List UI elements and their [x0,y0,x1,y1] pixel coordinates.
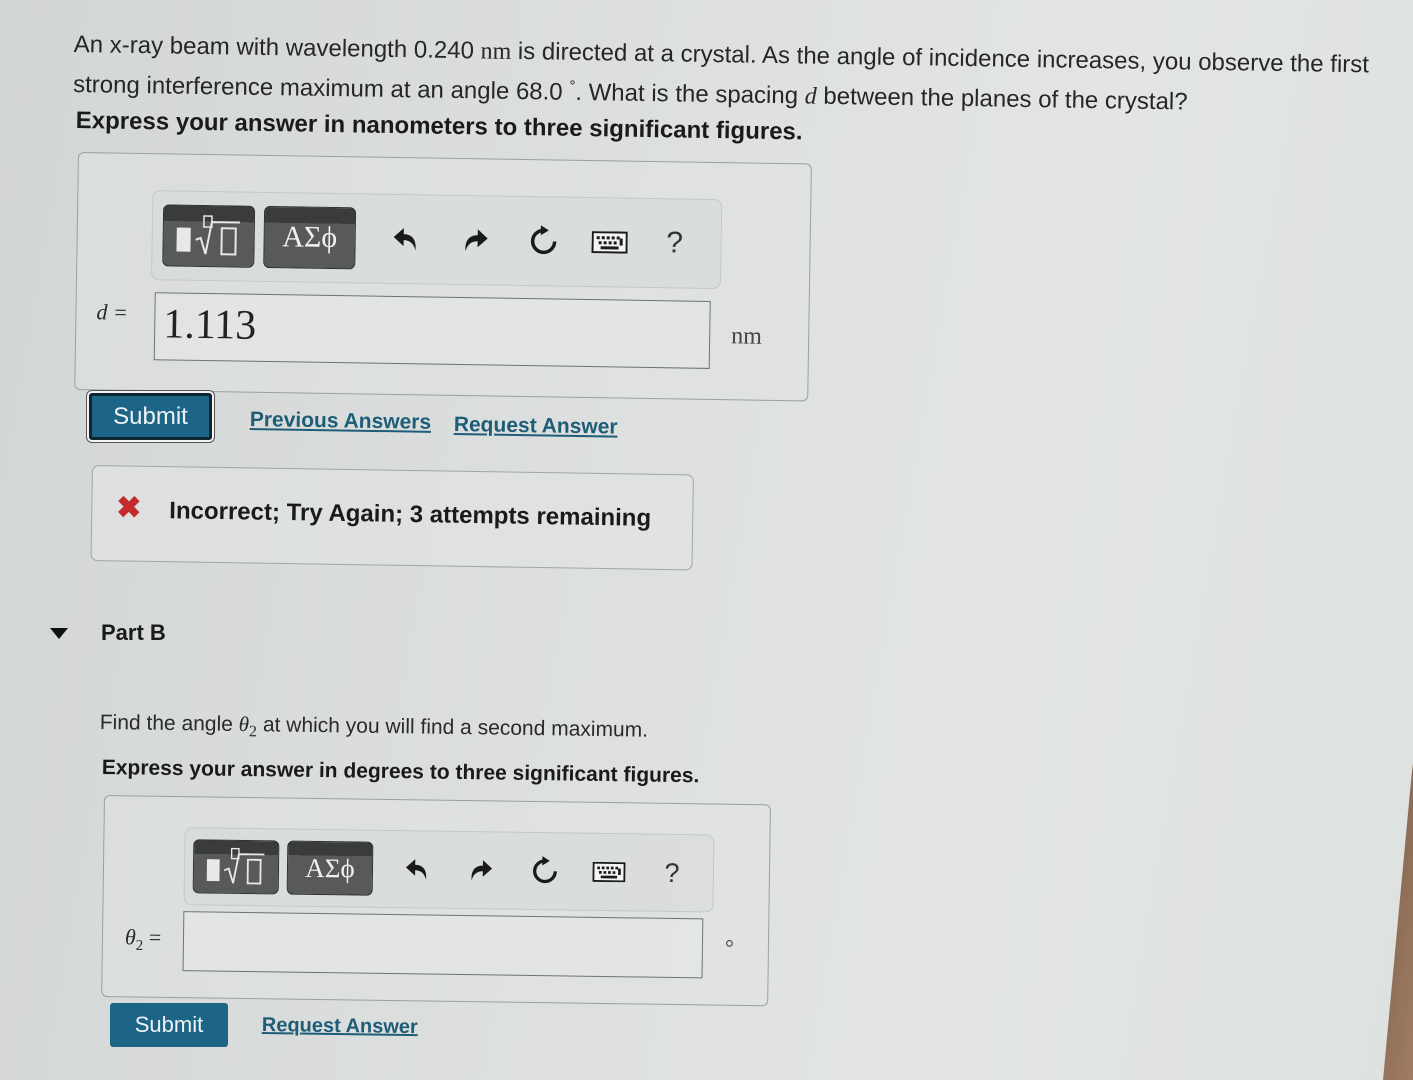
greek-label: ΑΣϕ [281,220,338,255]
variable-theta: θ [238,711,250,737]
math-toolbar: ΑΣϕ ? [183,827,715,913]
error-x-icon: ✖ [116,491,142,525]
part-b-answer-box: ΑΣϕ ? θ2 = ° [101,795,771,1007]
variable-d: d [804,83,817,110]
reset-icon [533,856,557,884]
undo-button[interactable] [397,857,437,882]
template-radical-icon [176,215,240,256]
redo-button[interactable] [455,227,495,254]
d-label: d = [96,299,129,325]
reset-button[interactable] [523,225,563,258]
keyboard-button[interactable] [589,861,629,883]
undo-icon [405,859,427,880]
d-answer-input[interactable]: 1.113 [153,292,711,369]
theta2-label: θ2 = [125,924,162,955]
collapse-caret-icon[interactable] [50,627,68,639]
unit-nm-label: nm [730,323,763,350]
reset-button[interactable] [525,856,565,887]
undo-icon [393,228,416,251]
part-b-submit-button[interactable]: Submit [110,1003,228,1047]
keyboard-icon [591,231,628,254]
help-icon: ? [664,857,680,888]
question-text: Find the angle [99,710,239,736]
part-b-question: Find the angle θ2 at which you will find… [100,710,649,747]
reset-icon [530,225,557,255]
math-toolbar: ΑΣϕ ? [150,190,723,290]
question-text: at which you will find a second maximum. [256,713,649,742]
part-a-request-answer-link[interactable]: Request Answer [454,413,618,440]
keyboard-button[interactable] [589,231,629,254]
question-text: between the planes of the crystal? [816,82,1188,116]
template-radical-icon [206,847,265,885]
theta2-answer-input[interactable] [182,911,704,979]
unit-nm: nm [480,38,512,65]
help-button[interactable]: ? [659,226,690,260]
redo-icon [465,229,488,252]
part-a-answer-box: ΑΣϕ ? d = 1.113 nm [74,152,812,402]
question-text: . What is the spacing [575,78,805,110]
part-b-title: Part B [101,620,166,645]
help-icon: ? [666,226,684,260]
screen-bezel-edge [1383,760,1413,1080]
equals-sign: = [148,924,162,950]
mastering-physics-page: An x-ray beam with wavelength 0.240 nm i… [0,0,1413,1080]
greek-symbols-button[interactable]: ΑΣϕ [286,840,374,896]
undo-button[interactable] [385,226,425,253]
submit-label: Submit [134,1012,204,1037]
part-b-header[interactable]: Part B [50,620,166,646]
feedback-incorrect: ✖ Incorrect; Try Again; 3 attempts remai… [90,465,694,571]
redo-icon [471,860,493,881]
previous-answers-link[interactable]: Previous Answers [250,408,432,435]
greek-symbols-button[interactable]: ΑΣϕ [263,205,357,270]
help-button[interactable]: ? [657,857,687,888]
part-b-request-answer-link[interactable]: Request Answer [262,1014,418,1039]
submit-label: Submit [113,402,188,430]
templates-button[interactable] [162,204,256,268]
theta-symbol: θ [124,924,137,950]
feedback-message: Incorrect; Try Again; 3 attempts remaini… [169,497,652,532]
greek-label: ΑΣϕ [305,852,355,884]
redo-button[interactable] [461,858,501,883]
part-a-submit-button[interactable]: Submit [89,393,212,440]
d-input-value: 1.113 [162,301,257,349]
unit-degree-label: ° [724,934,734,960]
keyboard-icon [592,861,626,883]
subscript-2: 2 [135,937,144,954]
part-b-instruction: Express your answer in degrees to three … [101,756,700,788]
templates-button[interactable] [192,839,280,895]
question-text: An x-ray beam with wavelength 0.240 [73,30,481,65]
part-a-instruction: Express your answer in nanometers to thr… [75,107,803,146]
part-a-question: An x-ray beam with wavelength 0.240 nm i… [73,28,1409,123]
